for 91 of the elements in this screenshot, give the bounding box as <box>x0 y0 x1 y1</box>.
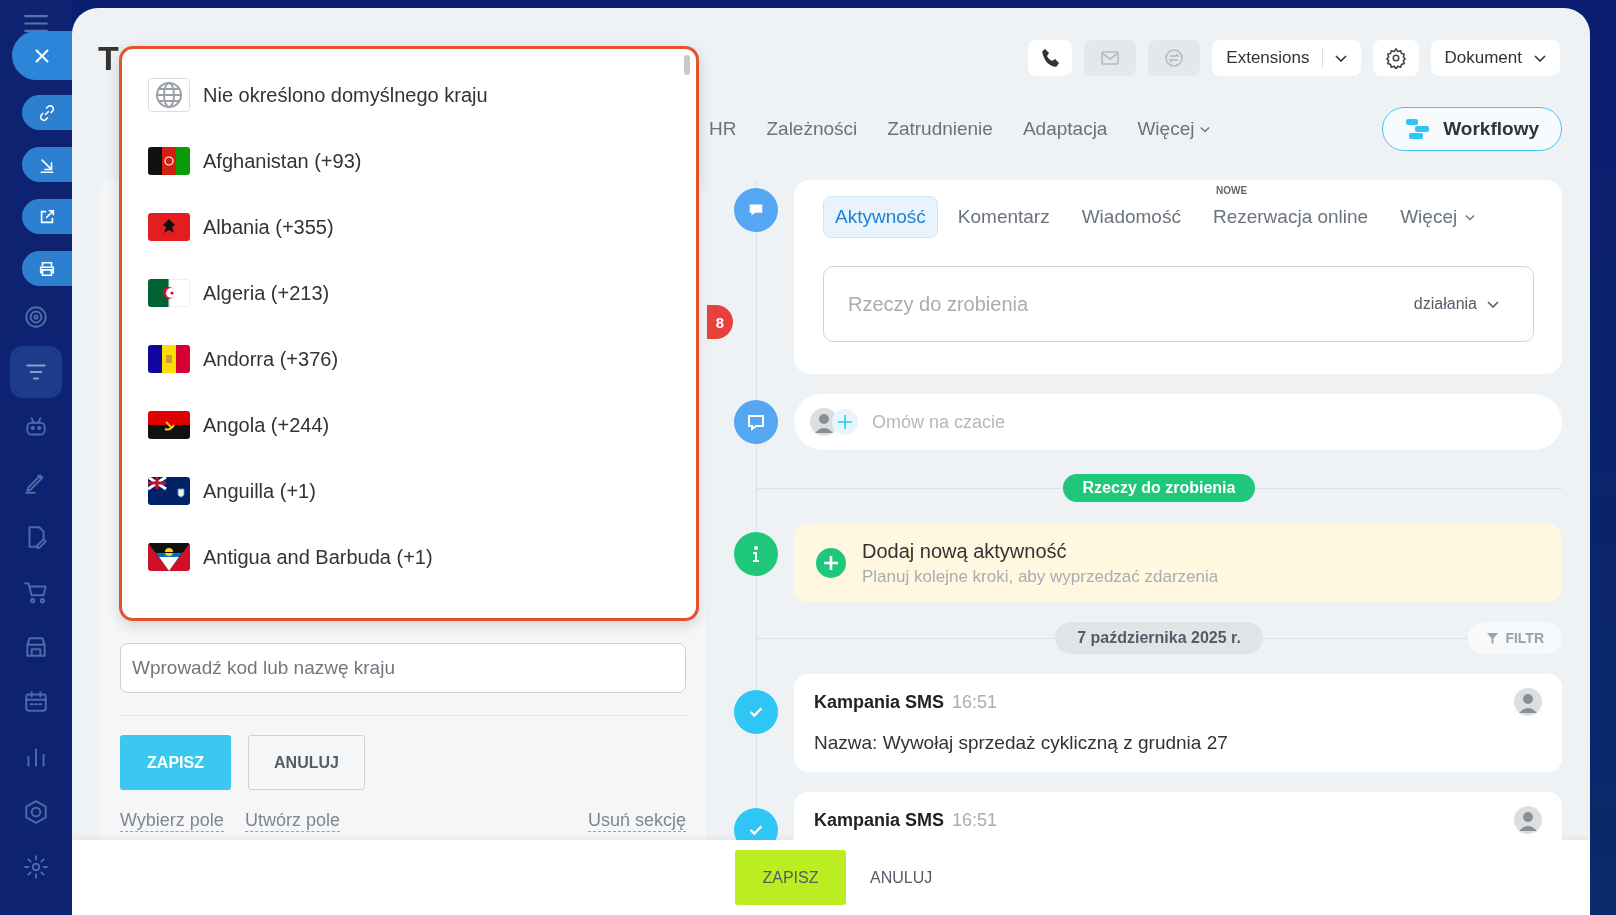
link-icon <box>38 103 56 122</box>
chat-icon <box>734 400 778 444</box>
chat-field[interactable]: Omów na czacie <box>794 394 1562 450</box>
phone-icon <box>1040 48 1061 68</box>
extensions-button[interactable]: Extensions <box>1212 40 1361 76</box>
new-label: NOWE <box>1215 185 1248 196</box>
settings-icon <box>1384 47 1407 69</box>
country-option[interactable]: Andorra (+376) <box>122 326 696 392</box>
flag-icon <box>148 279 190 307</box>
tab[interactable]: Komentarz <box>945 196 1062 238</box>
chat-icon <box>1164 48 1185 68</box>
tab[interactable]: Więcej <box>1137 114 1211 144</box>
filter-icon <box>1486 631 1500 645</box>
chat-input[interactable]: Omów na czacie <box>870 410 1546 434</box>
add-activity-card[interactable]: Dodaj nową aktywność Planuj kolejne kroki, aby wyprzedzać zdarzenia <box>794 524 1562 602</box>
event-time: 16:51 <box>952 809 998 831</box>
tab[interactable]: Zatrudnienie <box>887 114 993 144</box>
country-option[interactable]: Algeria (+213) <box>122 260 696 326</box>
link[interactable]: Wybierz pole <box>120 810 224 832</box>
link-button[interactable] <box>22 95 72 130</box>
event-title: Kampania SMS <box>814 691 945 713</box>
calendar-icon <box>23 689 49 715</box>
info-icon <box>734 532 778 576</box>
settings-button[interactable] <box>1372 40 1419 76</box>
card-subtitle: Planuj kolejne kroki, aby wyprzedzać zdarzenia <box>862 566 1219 587</box>
page-title: T <box>98 38 119 78</box>
save-button[interactable]: ZAPISZ <box>735 850 846 905</box>
flag-icon <box>148 543 190 571</box>
event-time: 16:51 <box>952 691 998 713</box>
workflow-icon <box>1405 118 1432 140</box>
actions-dropdown[interactable]: działania <box>1407 294 1505 314</box>
chevron-icon <box>1534 54 1546 62</box>
mail-icon <box>1100 48 1121 68</box>
flag-icon <box>148 213 190 241</box>
country-option[interactable]: Nie określono domyślnego kraju <box>122 62 696 128</box>
country-option[interactable]: Anguilla (+1) <box>122 458 696 524</box>
event-text: Nazwa: Wywołaj sprzedaż cykliczną z grudnia 27 <box>814 732 1229 754</box>
cancel-button[interactable]: ANULUJ <box>864 867 939 888</box>
globe-icon <box>148 78 190 112</box>
flag-icon <box>148 477 190 505</box>
sidebar-item[interactable] <box>10 346 62 398</box>
add-icon[interactable] <box>832 409 858 435</box>
check-icon <box>734 690 778 734</box>
external-link-icon <box>38 207 56 226</box>
country-option[interactable]: Antigua and Barbuda (+1) <box>122 524 696 590</box>
tab[interactable]: Więcej <box>1388 196 1488 238</box>
tab[interactable]: Aktywność <box>823 196 938 238</box>
cancel-button[interactable]: ANULUJ <box>248 735 365 790</box>
open-external-button[interactable] <box>22 199 72 234</box>
tab[interactable]: Zależności <box>766 114 858 144</box>
avatar-icon <box>1514 806 1542 834</box>
cart-icon <box>23 579 49 605</box>
flag-icon <box>148 345 190 373</box>
country-input[interactable]: Wprowadź kod lub nazwę kraju <box>120 643 686 693</box>
todo-field[interactable]: Rzeczy do zrobienia działania <box>823 266 1534 342</box>
workflow-button[interactable]: Workflowy <box>1382 107 1562 151</box>
chevron-icon <box>1200 125 1211 133</box>
printer-icon <box>38 259 56 278</box>
flag-icon <box>148 147 190 175</box>
counter-badge: 8 <box>707 305 733 339</box>
section-label: Rzeczy do zrobienia <box>1062 474 1256 502</box>
tab[interactable]: Adaptacja <box>1022 114 1108 144</box>
print-button[interactable] <box>22 251 72 286</box>
flag-icon <box>148 411 190 439</box>
country-option[interactable]: Afghanistan (+93) <box>122 128 696 194</box>
scrollbar-thumb[interactable] <box>684 55 690 75</box>
event-title: Kampania SMS <box>814 809 945 831</box>
card-title: Dodaj nową aktywność <box>862 539 1068 563</box>
comment-icon <box>734 188 778 232</box>
target-icon <box>23 304 49 330</box>
download-button[interactable] <box>22 147 72 182</box>
date-label: 7 października 2025 r. <box>1055 622 1263 654</box>
hexagon-icon <box>23 799 49 825</box>
avatar-icon <box>1514 688 1542 716</box>
store-icon <box>23 634 49 660</box>
tab[interactable]: HR <box>709 114 737 144</box>
tab[interactable]: Wiadomość <box>1069 196 1193 238</box>
add-icon <box>816 548 846 578</box>
chevron-icon <box>1465 213 1476 221</box>
document-button[interactable]: Dokument <box>1430 40 1560 76</box>
gear-icon <box>23 854 49 880</box>
link[interactable]: Utwórz pole <box>244 810 340 832</box>
close-icon <box>34 47 50 64</box>
country-option[interactable]: Angola (+244) <box>122 392 696 458</box>
link[interactable]: Usuń sekcję <box>587 810 686 832</box>
chevron-icon <box>1487 300 1499 308</box>
chevron-icon <box>1334 54 1347 62</box>
close-button[interactable] <box>12 31 72 80</box>
menu-icon[interactable] <box>23 14 49 33</box>
country-option[interactable]: Albania (+355) <box>122 194 696 260</box>
phone-button[interactable] <box>1028 40 1073 76</box>
